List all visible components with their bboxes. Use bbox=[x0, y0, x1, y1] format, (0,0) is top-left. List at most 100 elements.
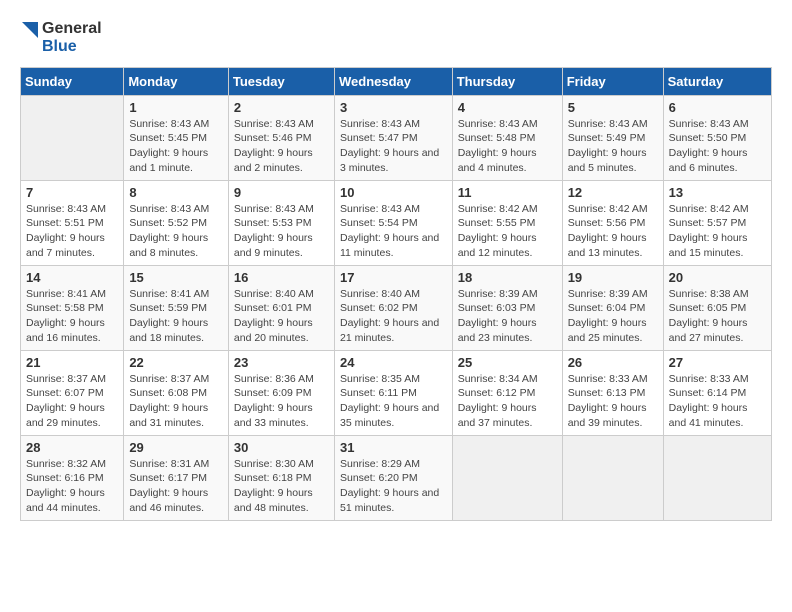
calendar-day-cell: 8 Sunrise: 8:43 AM Sunset: 5:52 PM Dayli… bbox=[124, 180, 229, 265]
day-number: 17 bbox=[340, 270, 447, 285]
logo-text-general: General bbox=[42, 20, 102, 38]
calendar-week-row: 1 Sunrise: 8:43 AM Sunset: 5:45 PM Dayli… bbox=[21, 95, 772, 180]
day-number: 2 bbox=[234, 100, 329, 115]
day-info: Sunrise: 8:43 AM Sunset: 5:51 PM Dayligh… bbox=[26, 202, 118, 261]
day-number: 18 bbox=[458, 270, 557, 285]
day-number: 5 bbox=[568, 100, 658, 115]
day-info: Sunrise: 8:37 AM Sunset: 6:07 PM Dayligh… bbox=[26, 372, 118, 431]
calendar-week-row: 7 Sunrise: 8:43 AM Sunset: 5:51 PM Dayli… bbox=[21, 180, 772, 265]
day-number: 30 bbox=[234, 440, 329, 455]
day-info: Sunrise: 8:29 AM Sunset: 6:20 PM Dayligh… bbox=[340, 457, 447, 516]
calendar-day-cell: 27 Sunrise: 8:33 AM Sunset: 6:14 PM Dayl… bbox=[663, 350, 771, 435]
calendar-header-cell: Monday bbox=[124, 67, 229, 95]
calendar-day-cell: 20 Sunrise: 8:38 AM Sunset: 6:05 PM Dayl… bbox=[663, 265, 771, 350]
calendar-day-cell: 25 Sunrise: 8:34 AM Sunset: 6:12 PM Dayl… bbox=[452, 350, 562, 435]
day-info: Sunrise: 8:41 AM Sunset: 5:58 PM Dayligh… bbox=[26, 287, 118, 346]
calendar-header-cell: Saturday bbox=[663, 67, 771, 95]
day-number: 12 bbox=[568, 185, 658, 200]
calendar-day-cell: 9 Sunrise: 8:43 AM Sunset: 5:53 PM Dayli… bbox=[228, 180, 334, 265]
calendar-header-cell: Friday bbox=[562, 67, 663, 95]
day-number: 16 bbox=[234, 270, 329, 285]
day-number: 4 bbox=[458, 100, 557, 115]
day-info: Sunrise: 8:40 AM Sunset: 6:02 PM Dayligh… bbox=[340, 287, 447, 346]
calendar-day-cell: 5 Sunrise: 8:43 AM Sunset: 5:49 PM Dayli… bbox=[562, 95, 663, 180]
calendar-day-cell bbox=[562, 435, 663, 520]
logo-triangle-icon bbox=[20, 20, 40, 56]
day-info: Sunrise: 8:35 AM Sunset: 6:11 PM Dayligh… bbox=[340, 372, 447, 431]
calendar-day-cell: 13 Sunrise: 8:42 AM Sunset: 5:57 PM Dayl… bbox=[663, 180, 771, 265]
day-number: 27 bbox=[669, 355, 766, 370]
day-number: 6 bbox=[669, 100, 766, 115]
calendar-header-cell: Sunday bbox=[21, 67, 124, 95]
day-number: 28 bbox=[26, 440, 118, 455]
day-info: Sunrise: 8:41 AM Sunset: 5:59 PM Dayligh… bbox=[129, 287, 223, 346]
logo-container: General Blue bbox=[20, 20, 102, 57]
calendar-day-cell: 29 Sunrise: 8:31 AM Sunset: 6:17 PM Dayl… bbox=[124, 435, 229, 520]
day-info: Sunrise: 8:43 AM Sunset: 5:53 PM Dayligh… bbox=[234, 202, 329, 261]
logo-text-blue: Blue bbox=[42, 38, 102, 56]
calendar-day-cell: 6 Sunrise: 8:43 AM Sunset: 5:50 PM Dayli… bbox=[663, 95, 771, 180]
calendar-day-cell: 30 Sunrise: 8:30 AM Sunset: 6:18 PM Dayl… bbox=[228, 435, 334, 520]
day-info: Sunrise: 8:40 AM Sunset: 6:01 PM Dayligh… bbox=[234, 287, 329, 346]
calendar-day-cell: 4 Sunrise: 8:43 AM Sunset: 5:48 PM Dayli… bbox=[452, 95, 562, 180]
calendar-day-cell: 17 Sunrise: 8:40 AM Sunset: 6:02 PM Dayl… bbox=[334, 265, 452, 350]
day-number: 8 bbox=[129, 185, 223, 200]
calendar-header-cell: Wednesday bbox=[334, 67, 452, 95]
day-info: Sunrise: 8:39 AM Sunset: 6:03 PM Dayligh… bbox=[458, 287, 557, 346]
day-number: 3 bbox=[340, 100, 447, 115]
calendar-day-cell: 12 Sunrise: 8:42 AM Sunset: 5:56 PM Dayl… bbox=[562, 180, 663, 265]
day-info: Sunrise: 8:37 AM Sunset: 6:08 PM Dayligh… bbox=[129, 372, 223, 431]
day-number: 31 bbox=[340, 440, 447, 455]
calendar-week-row: 14 Sunrise: 8:41 AM Sunset: 5:58 PM Dayl… bbox=[21, 265, 772, 350]
calendar-day-cell bbox=[21, 95, 124, 180]
day-number: 7 bbox=[26, 185, 118, 200]
calendar-header-cell: Thursday bbox=[452, 67, 562, 95]
day-number: 23 bbox=[234, 355, 329, 370]
day-info: Sunrise: 8:31 AM Sunset: 6:17 PM Dayligh… bbox=[129, 457, 223, 516]
calendar-table: SundayMondayTuesdayWednesdayThursdayFrid… bbox=[20, 67, 772, 521]
day-info: Sunrise: 8:43 AM Sunset: 5:45 PM Dayligh… bbox=[129, 117, 223, 176]
day-info: Sunrise: 8:43 AM Sunset: 5:49 PM Dayligh… bbox=[568, 117, 658, 176]
calendar-week-row: 28 Sunrise: 8:32 AM Sunset: 6:16 PM Dayl… bbox=[21, 435, 772, 520]
calendar-day-cell: 11 Sunrise: 8:42 AM Sunset: 5:55 PM Dayl… bbox=[452, 180, 562, 265]
calendar-day-cell: 7 Sunrise: 8:43 AM Sunset: 5:51 PM Dayli… bbox=[21, 180, 124, 265]
calendar-week-row: 21 Sunrise: 8:37 AM Sunset: 6:07 PM Dayl… bbox=[21, 350, 772, 435]
header: General Blue bbox=[20, 20, 772, 57]
day-number: 10 bbox=[340, 185, 447, 200]
calendar-header-row: SundayMondayTuesdayWednesdayThursdayFrid… bbox=[21, 67, 772, 95]
day-number: 9 bbox=[234, 185, 329, 200]
calendar-day-cell: 10 Sunrise: 8:43 AM Sunset: 5:54 PM Dayl… bbox=[334, 180, 452, 265]
calendar-day-cell: 14 Sunrise: 8:41 AM Sunset: 5:58 PM Dayl… bbox=[21, 265, 124, 350]
calendar-header-cell: Tuesday bbox=[228, 67, 334, 95]
logo: General Blue bbox=[20, 20, 102, 57]
day-info: Sunrise: 8:38 AM Sunset: 6:05 PM Dayligh… bbox=[669, 287, 766, 346]
day-info: Sunrise: 8:42 AM Sunset: 5:56 PM Dayligh… bbox=[568, 202, 658, 261]
calendar-day-cell: 3 Sunrise: 8:43 AM Sunset: 5:47 PM Dayli… bbox=[334, 95, 452, 180]
calendar-day-cell: 31 Sunrise: 8:29 AM Sunset: 6:20 PM Dayl… bbox=[334, 435, 452, 520]
calendar-day-cell: 21 Sunrise: 8:37 AM Sunset: 6:07 PM Dayl… bbox=[21, 350, 124, 435]
calendar-day-cell: 16 Sunrise: 8:40 AM Sunset: 6:01 PM Dayl… bbox=[228, 265, 334, 350]
day-info: Sunrise: 8:34 AM Sunset: 6:12 PM Dayligh… bbox=[458, 372, 557, 431]
day-info: Sunrise: 8:36 AM Sunset: 6:09 PM Dayligh… bbox=[234, 372, 329, 431]
day-number: 21 bbox=[26, 355, 118, 370]
calendar-day-cell: 28 Sunrise: 8:32 AM Sunset: 6:16 PM Dayl… bbox=[21, 435, 124, 520]
day-info: Sunrise: 8:43 AM Sunset: 5:47 PM Dayligh… bbox=[340, 117, 447, 176]
calendar-day-cell: 1 Sunrise: 8:43 AM Sunset: 5:45 PM Dayli… bbox=[124, 95, 229, 180]
day-number: 25 bbox=[458, 355, 557, 370]
calendar-day-cell: 22 Sunrise: 8:37 AM Sunset: 6:08 PM Dayl… bbox=[124, 350, 229, 435]
calendar-day-cell: 24 Sunrise: 8:35 AM Sunset: 6:11 PM Dayl… bbox=[334, 350, 452, 435]
day-info: Sunrise: 8:43 AM Sunset: 5:48 PM Dayligh… bbox=[458, 117, 557, 176]
day-info: Sunrise: 8:43 AM Sunset: 5:52 PM Dayligh… bbox=[129, 202, 223, 261]
day-number: 20 bbox=[669, 270, 766, 285]
day-info: Sunrise: 8:30 AM Sunset: 6:18 PM Dayligh… bbox=[234, 457, 329, 516]
calendar-day-cell: 2 Sunrise: 8:43 AM Sunset: 5:46 PM Dayli… bbox=[228, 95, 334, 180]
day-info: Sunrise: 8:32 AM Sunset: 6:16 PM Dayligh… bbox=[26, 457, 118, 516]
day-number: 15 bbox=[129, 270, 223, 285]
calendar-day-cell bbox=[452, 435, 562, 520]
calendar-day-cell: 18 Sunrise: 8:39 AM Sunset: 6:03 PM Dayl… bbox=[452, 265, 562, 350]
calendar-day-cell: 19 Sunrise: 8:39 AM Sunset: 6:04 PM Dayl… bbox=[562, 265, 663, 350]
day-info: Sunrise: 8:43 AM Sunset: 5:46 PM Dayligh… bbox=[234, 117, 329, 176]
day-number: 29 bbox=[129, 440, 223, 455]
day-info: Sunrise: 8:42 AM Sunset: 5:57 PM Dayligh… bbox=[669, 202, 766, 261]
calendar-day-cell: 15 Sunrise: 8:41 AM Sunset: 5:59 PM Dayl… bbox=[124, 265, 229, 350]
